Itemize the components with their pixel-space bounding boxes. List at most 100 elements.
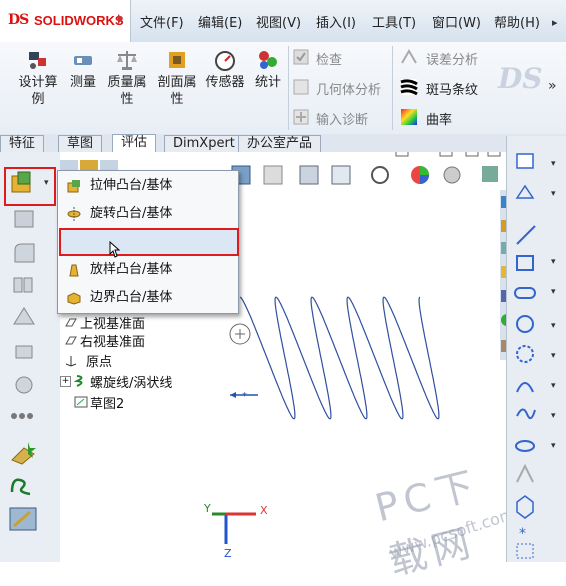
design-study-icon bbox=[29, 52, 46, 69]
mass-properties-button[interactable]: 质量属 性 bbox=[104, 48, 150, 108]
statistics-label: 统计 bbox=[254, 75, 281, 90]
feature-toolbar-left: ▾ bbox=[0, 152, 61, 562]
measure-button[interactable]: 测量 bbox=[66, 48, 100, 91]
lofted-boss-label: 放样凸台/基体 bbox=[90, 262, 173, 277]
ribbon-divider bbox=[288, 46, 289, 130]
boundary-icon bbox=[67, 292, 81, 305]
solidworks-logo[interactable]: DS SOLIDWORKS bbox=[0, 0, 131, 42]
menu-pin-icon[interactable]: ▸ bbox=[552, 16, 558, 29]
draft-icon[interactable] bbox=[10, 338, 40, 364]
plane-icon bbox=[65, 318, 77, 327]
check-icon bbox=[293, 49, 309, 65]
curvature-button[interactable]: 曲率 bbox=[426, 109, 452, 128]
svg-text:▾: ▾ bbox=[551, 411, 556, 421]
section-properties-label-2: 性 bbox=[170, 92, 184, 107]
tab-features[interactable]: 特征 bbox=[0, 135, 45, 152]
menu-item-extruded-boss[interactable]: 拉伸凸台/基体 bbox=[62, 173, 234, 199]
axis-label-y: Y bbox=[204, 502, 211, 515]
reference-geometry-icon[interactable] bbox=[8, 440, 38, 466]
import-diagnostics-icon bbox=[293, 109, 309, 125]
ds-logo-mark: DS bbox=[8, 12, 29, 28]
svg-text:▾: ▾ bbox=[551, 381, 556, 391]
revolved-boss-label: 旋转凸台/基体 bbox=[90, 206, 173, 221]
rib-icon[interactable] bbox=[10, 304, 40, 330]
triad-axes bbox=[212, 512, 256, 544]
scale-icon bbox=[117, 51, 137, 70]
design-study-label-2: 例 bbox=[31, 92, 45, 107]
ribbon-divider-2 bbox=[392, 46, 393, 130]
sketch-toolbar-right: * ▾ ▾ ▾ ▾ ▾ ▾ ▾ ▾ ▾ bbox=[506, 136, 566, 562]
section-properties-label-1: 剖面属 bbox=[157, 75, 197, 90]
ribbon-more-button[interactable]: » bbox=[548, 78, 557, 94]
svg-text:*: * bbox=[242, 391, 247, 402]
import-diagnostics-button[interactable]: 输入诊断 bbox=[316, 109, 368, 128]
menu-window[interactable]: 窗口(W) bbox=[432, 12, 481, 31]
tab-dimxpert[interactable]: DimXpert bbox=[164, 135, 244, 152]
tree-item-helix[interactable]: 螺旋线/涡状线 bbox=[90, 372, 172, 391]
axis-label-x: X bbox=[260, 504, 268, 517]
boundary-boss-label: 边界凸台/基体 bbox=[90, 290, 173, 305]
deviation-analysis-button[interactable]: 误差分析 bbox=[426, 49, 478, 68]
menu-item-revolved-boss[interactable]: 旋转凸台/基体 bbox=[62, 201, 234, 227]
svg-text:*: * bbox=[519, 526, 526, 542]
ds-watermark-logo: DS bbox=[498, 62, 543, 95]
sweep-highlight-box bbox=[59, 228, 239, 256]
pattern-dots-icon[interactable] bbox=[8, 404, 38, 430]
statistics-icon bbox=[259, 51, 277, 69]
menu-file[interactable]: 文件(F) bbox=[140, 12, 184, 31]
mass-properties-label-2: 性 bbox=[120, 92, 134, 107]
heads-up-view-toolbar[interactable] bbox=[231, 165, 498, 185]
sketch-tools-icons[interactable]: * ▾ ▾ ▾ ▾ ▾ ▾ ▾ ▾ ▾ bbox=[507, 136, 566, 562]
helix-curve bbox=[239, 296, 440, 420]
sketch-icon bbox=[74, 396, 88, 408]
extrude-icon bbox=[67, 180, 80, 193]
sensor-button[interactable]: 传感器 bbox=[202, 48, 248, 91]
measure-label: 测量 bbox=[69, 75, 96, 90]
tab-sketch[interactable]: 草图 bbox=[58, 135, 103, 152]
mass-properties-label-1: 质量属 bbox=[107, 75, 147, 90]
menu-item-boundary-boss[interactable]: 边界凸台/基体 bbox=[62, 285, 234, 311]
command-manager-ribbon: 设计算 例 测量 质量属 性 剖面属 性 传感器 统计 检查 几何体分析 输入诊… bbox=[0, 42, 566, 135]
fillet-icon[interactable] bbox=[10, 240, 40, 266]
extruded-boss-highlight bbox=[4, 167, 56, 206]
check-button[interactable]: 检查 bbox=[316, 49, 342, 68]
helix-feature-icon bbox=[74, 375, 83, 387]
curves-icon[interactable] bbox=[8, 472, 38, 498]
menu-tools[interactable]: 工具(T) bbox=[372, 12, 416, 31]
axis-label-z: Z bbox=[224, 547, 232, 560]
wrap-icon[interactable] bbox=[10, 372, 40, 398]
cut-flyout-icon[interactable] bbox=[10, 206, 40, 232]
statistics-button[interactable]: 统计 bbox=[250, 48, 286, 91]
instant3d-icon[interactable] bbox=[8, 506, 38, 532]
deviation-analysis-icon bbox=[401, 49, 417, 64]
mouse-cursor-icon bbox=[109, 240, 121, 258]
tab-office-products[interactable]: 办公室产品 bbox=[238, 135, 322, 152]
svg-text:▾: ▾ bbox=[551, 287, 556, 297]
expand-toggle-icon[interactable]: + bbox=[60, 376, 71, 387]
menu-edit[interactable]: 编辑(E) bbox=[198, 12, 242, 31]
loft-icon bbox=[69, 264, 79, 277]
zebra-stripes-icon bbox=[400, 79, 418, 96]
origin-icon bbox=[65, 356, 77, 367]
tree-item-top-plane[interactable]: 上视基准面 bbox=[80, 313, 145, 332]
window-controls[interactable] bbox=[395, 152, 501, 157]
menu-insert[interactable]: 插入(I) bbox=[316, 12, 356, 31]
geometry-analysis-button[interactable]: 几何体分析 bbox=[316, 79, 381, 98]
menu-help[interactable]: 帮助(H) bbox=[494, 12, 540, 31]
geometry-analysis-icon bbox=[293, 79, 309, 95]
svg-text:▾: ▾ bbox=[551, 189, 556, 199]
section-properties-icon bbox=[169, 52, 185, 68]
zebra-stripes-button[interactable]: 斑马条纹 bbox=[426, 79, 478, 98]
logo-arrow-icon[interactable] bbox=[118, 14, 123, 24]
menu-item-lofted-boss[interactable]: 放样凸台/基体 bbox=[62, 257, 234, 283]
design-study-button[interactable]: 设计算 例 bbox=[14, 48, 62, 108]
design-study-label-1: 设计算 bbox=[18, 75, 58, 90]
tree-item-sketch2[interactable]: 草图2 bbox=[90, 393, 124, 412]
tree-item-right-plane[interactable]: 右视基准面 bbox=[80, 331, 145, 350]
linear-pattern-icon[interactable] bbox=[10, 272, 40, 298]
menu-view[interactable]: 视图(V) bbox=[256, 12, 301, 31]
section-properties-button[interactable]: 剖面属 性 bbox=[154, 48, 200, 108]
tree-item-origin[interactable]: 原点 bbox=[86, 351, 112, 370]
tab-evaluate[interactable]: 评估 bbox=[112, 134, 157, 153]
revolve-icon bbox=[67, 207, 81, 221]
